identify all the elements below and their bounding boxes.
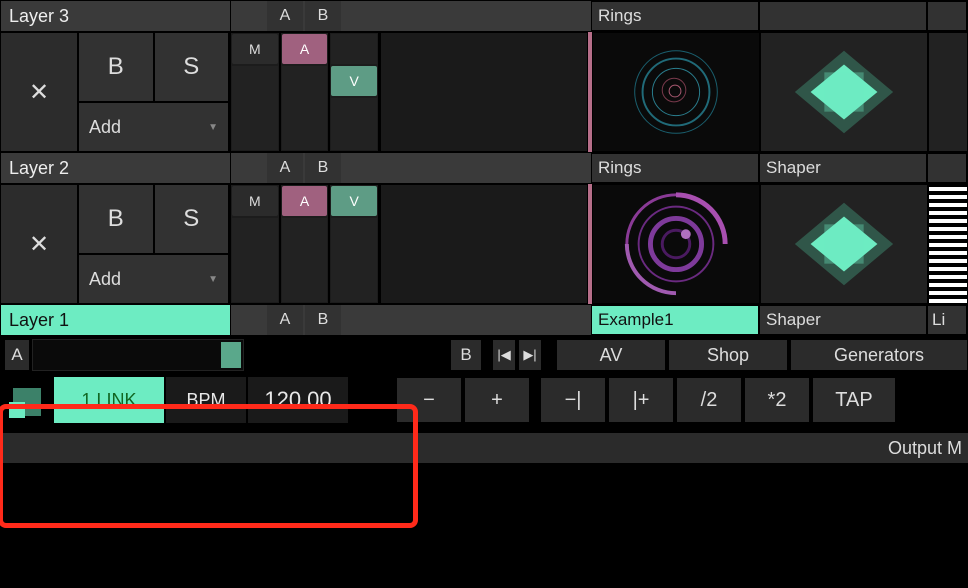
layer3-clip1-header[interactable]: Rings	[591, 1, 759, 31]
layer2-col-b[interactable]: B	[305, 153, 341, 183]
bpm-label: BPM	[166, 377, 246, 423]
layer2-add-label: Add	[89, 269, 121, 290]
layer3-header-row: Layer 3 A B Rings	[0, 0, 968, 32]
layer3-column-a-strip[interactable]: M	[230, 32, 280, 152]
layer3-empty-slot[interactable]	[380, 32, 588, 152]
layer3-a-tag[interactable]: A	[282, 34, 328, 64]
layer3-clip-partial[interactable]	[928, 32, 968, 152]
layer1-title[interactable]: Layer 1	[1, 305, 231, 335]
category-generators[interactable]: Generators	[790, 339, 968, 371]
layer3-m-tag[interactable]: M	[232, 34, 278, 64]
rings-purple-icon	[593, 185, 759, 303]
layer3-clip2-header[interactable]	[759, 1, 927, 31]
layer3-column-b-strip[interactable]: V	[329, 32, 379, 152]
category-av[interactable]: AV	[556, 339, 666, 371]
layer3-b-button[interactable]: B	[78, 32, 154, 102]
layer2-close-button[interactable]: ✕	[0, 184, 78, 304]
shaper-icon	[761, 185, 927, 303]
shaper-icon	[761, 33, 927, 151]
layer2-clip3-header[interactable]	[927, 153, 967, 183]
layer1-clip3-header[interactable]: Li	[927, 305, 967, 335]
layer3-col-a[interactable]: A	[267, 1, 303, 31]
layer2-column-v-strip[interactable]: V	[329, 184, 379, 304]
layer3-close-button[interactable]: ✕	[0, 32, 78, 152]
layer2-m-tag[interactable]: M	[232, 186, 278, 216]
bpm-double-button[interactable]: *2	[744, 377, 810, 423]
output-label[interactable]: Output M	[0, 433, 968, 463]
bpm-minus-bar-button[interactable]: −|	[540, 377, 606, 423]
layer3-clip-rings[interactable]	[592, 32, 760, 152]
next-button[interactable]: ▶|	[518, 339, 542, 371]
chevron-down-icon: ▼	[208, 274, 218, 285]
layer2-col-a[interactable]: A	[267, 153, 303, 183]
layer1-col-a[interactable]: A	[267, 305, 303, 335]
bpm-value[interactable]: 120.00	[248, 377, 348, 423]
link-button[interactable]: 1 LINK	[54, 377, 164, 423]
layer2-a-tag[interactable]: A	[282, 186, 328, 216]
stripes-icon	[929, 185, 967, 303]
layer1-clip2-header[interactable]: Shaper	[759, 305, 927, 335]
crossfader-b-label[interactable]: B	[450, 339, 482, 371]
layer2-empty-slot[interactable]	[380, 184, 588, 304]
layer3-add-dropdown[interactable]: Add ▼	[78, 102, 229, 152]
layer2-clip-rings[interactable]	[592, 184, 760, 304]
crossfader-thumb[interactable]	[221, 342, 241, 368]
bpm-plus-button[interactable]: +	[464, 377, 530, 423]
transport-panel: A B |◀ ▶| AV Shop Generators 1 LINK BPM …	[0, 336, 968, 463]
layer3-col-b[interactable]: B	[305, 1, 341, 31]
layer2-header-row: Layer 2 A B Rings Shaper	[0, 152, 968, 184]
chevron-down-icon: ▼	[208, 122, 218, 133]
layer2-clip1-header[interactable]: Rings	[591, 153, 759, 183]
layer3-s-button[interactable]: S	[154, 32, 230, 102]
layer1-header-row: Layer 1 A B Example1 Shaper Li	[0, 304, 968, 336]
layer3-add-label: Add	[89, 117, 121, 138]
layer1-clip1-header[interactable]: Example1	[591, 305, 759, 335]
prev-icon: |◀	[497, 347, 510, 363]
layer3-clip3-header[interactable]	[927, 1, 967, 31]
layer2-column-m-strip[interactable]: M	[230, 184, 280, 304]
layer1-col-b[interactable]: B	[305, 305, 341, 335]
layer2-title[interactable]: Layer 2	[1, 153, 231, 183]
rings-icon	[593, 33, 759, 151]
layer2-clip-shaper[interactable]	[760, 184, 928, 304]
layer2-column-a-strip[interactable]: A	[280, 184, 330, 304]
bpm-minus-button[interactable]: −	[396, 377, 462, 423]
bpm-tap-button[interactable]: TAP	[812, 377, 896, 423]
crossfader-slider[interactable]	[32, 339, 244, 371]
bpm-plus-bar-button[interactable]: |+	[608, 377, 674, 423]
layer3-column-a2-strip[interactable]: A	[280, 32, 330, 152]
layer3-title[interactable]: Layer 3	[1, 1, 231, 31]
layer2-add-dropdown[interactable]: Add ▼	[78, 254, 229, 304]
link-indicator-icon[interactable]	[4, 377, 52, 423]
crossfader-a-label[interactable]: A	[4, 339, 30, 371]
layer2-b-button[interactable]: B	[78, 184, 154, 254]
layer2-body: ✕ B S Add ▼ M A V	[0, 184, 968, 304]
layer2-s-button[interactable]: S	[154, 184, 230, 254]
next-icon: ▶|	[523, 347, 536, 363]
layer3-body: ✕ B S Add ▼ M A V	[0, 32, 968, 152]
prev-button[interactable]: |◀	[492, 339, 516, 371]
layer2-v-tag[interactable]: V	[331, 186, 377, 216]
bpm-half-button[interactable]: /2	[676, 377, 742, 423]
layer2-clip-stripes[interactable]	[928, 184, 968, 304]
layer3-v-tag[interactable]: V	[331, 66, 377, 96]
layer3-clip-shaper[interactable]	[760, 32, 928, 152]
category-shop[interactable]: Shop	[668, 339, 788, 371]
layer2-clip2-header[interactable]: Shaper	[759, 153, 927, 183]
